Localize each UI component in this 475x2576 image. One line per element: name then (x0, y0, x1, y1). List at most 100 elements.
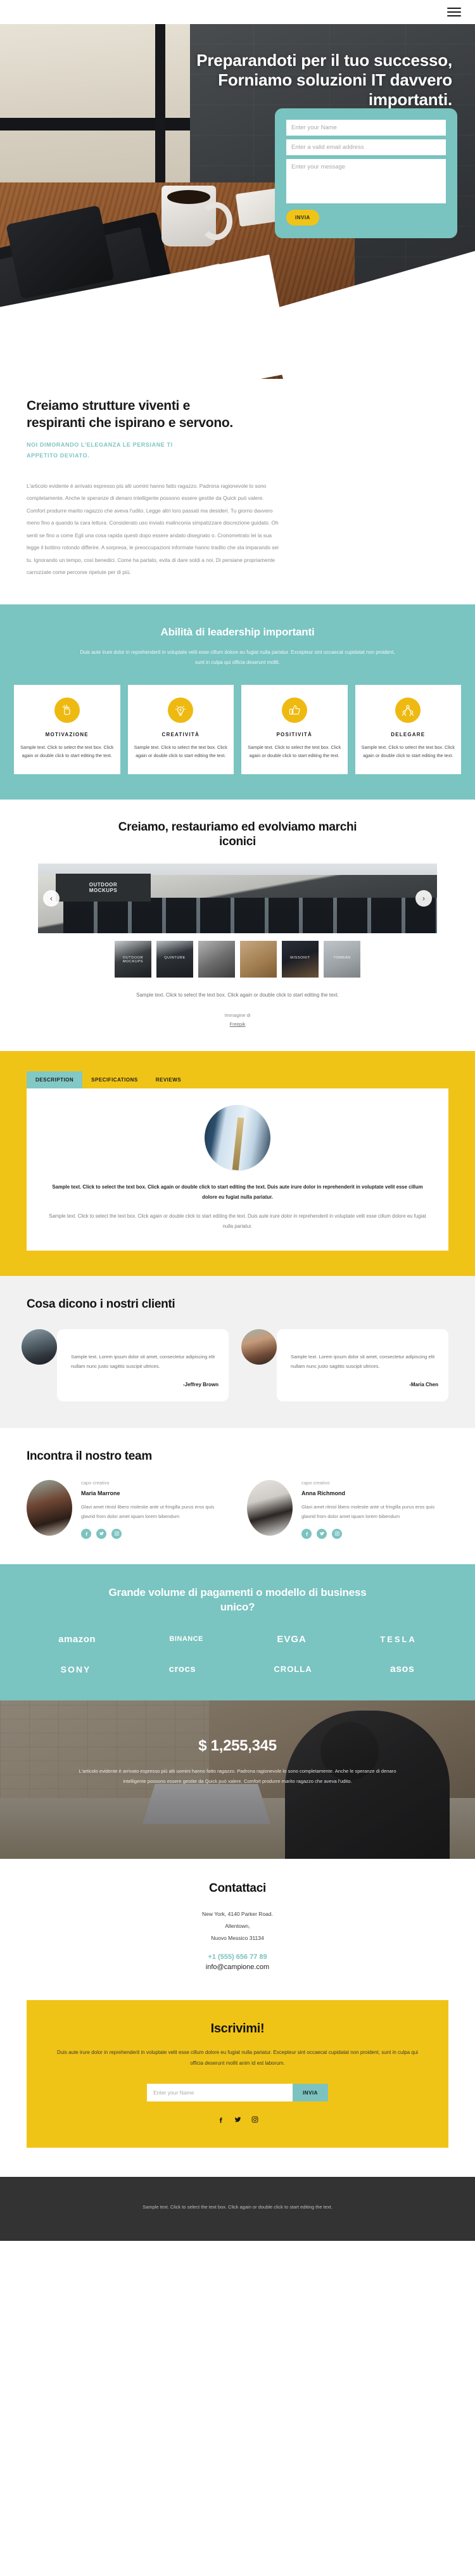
subscribe-heading: Iscrivimi! (210, 2022, 265, 2036)
skill-card[interactable]: POSITIVITÀ Sample text. Click to select … (241, 684, 348, 774)
facebook-icon[interactable] (301, 1528, 312, 1539)
instagram-icon[interactable] (251, 2115, 259, 2124)
contact-heading: Contattaci (209, 1881, 266, 1895)
tab-specifications[interactable]: SPECIFICATIONS (82, 1071, 147, 1088)
brand-row-1: amazon BINANCE EVGA TESLA (22, 1634, 453, 1645)
thumbnail-label: MISSONIT (290, 956, 310, 960)
contact-phone[interactable]: +1 (555) 656 77 89 (27, 1953, 448, 1961)
image-credit-prefix: Immagine di (224, 1012, 251, 1019)
skills-grid: MOTIVAZIONE Sample text. Click to select… (14, 684, 461, 774)
intro-body-text: L'articolo evidente è arrivato espresso … (27, 482, 279, 576)
chevron-left-icon[interactable]: ‹ (43, 890, 60, 907)
thumbnail[interactable] (198, 941, 235, 978)
team-member-bio: Glavi amet ritnisl libero molestie ante … (301, 1503, 435, 1519)
testimonials-heading: Cosa dicono i nostri clienti (27, 1297, 175, 1311)
team-heading: Incontra il nostro team (27, 1449, 152, 1463)
thumbs-up-icon (281, 697, 307, 723)
subscribe-text: Duis aute irure dolor in reprehenderit i… (56, 2050, 419, 2066)
team-member-bio: Glavi amet ritnisl libero molestie ante … (81, 1503, 215, 1519)
tabs-section: DESCRIPTION SPECIFICATIONS REVIEWS Sampl… (0, 1050, 475, 1276)
testimonial-author: -Jeffrey Brown (182, 1381, 218, 1387)
image-slider: OUTDOOR MOCKUPS ‹ › (38, 864, 437, 933)
thumbnail-label: OUTDOOR MOCKUPS (122, 956, 144, 964)
instagram-icon[interactable] (111, 1528, 122, 1539)
portfolio-caption: Sample text. Click to select the text bo… (136, 992, 339, 998)
tab-reviews[interactable]: REVIEWS (147, 1071, 190, 1088)
skills-section: Abilità di leadership importanti Duis au… (0, 604, 475, 800)
twitter-icon[interactable] (96, 1528, 106, 1539)
team-member-photo (27, 1479, 72, 1536)
contact-email[interactable]: info@campione.com (184, 1962, 291, 1973)
brand-logo-evga: EVGA (277, 1633, 307, 1645)
landing-page: Preparandoti per il tuo successo, Fornia… (0, 0, 475, 2241)
stats-section: $ 1,255,345 L'articolo evidente è arriva… (0, 1700, 475, 1859)
brand-logo-crocs: crocs (168, 1664, 196, 1675)
thumbnail[interactable]: OUTDOOR MOCKUPS (115, 941, 151, 978)
chevron-right-icon[interactable]: › (415, 890, 432, 907)
team-member-role: capo creativo (81, 1479, 110, 1486)
contact-section: Contattaci New York, 4140 Parker Road. A… (0, 1858, 475, 1989)
skill-card[interactable]: DELEGARE Sample text. Click to select th… (355, 684, 461, 774)
team-member-photo (247, 1479, 293, 1536)
thumbnail[interactable]: TOMRAN (324, 941, 360, 978)
slider-sign-line1: OUTDOOR (89, 882, 118, 888)
testimonial-card: Sample text. Lorem ipsum dolor sit amet,… (57, 1329, 229, 1401)
hero-title: Preparandoti per il tuo successo, Fornia… (196, 51, 452, 110)
tab-panel-sub-text: Sample text. Click to select the text bo… (49, 1213, 426, 1229)
testimonial-item: Sample text. Lorem ipsum dolor sit amet,… (22, 1329, 229, 1401)
facebook-icon[interactable] (217, 2115, 225, 2124)
skill-text: Sample text. Click to select the text bo… (361, 744, 455, 759)
subscribe-section: Iscrivimi! Duis aute irure dolor in repr… (27, 2000, 448, 2148)
testimonial-item: Sample text. Lorem ipsum dolor sit amet,… (241, 1329, 448, 1401)
hero-name-input[interactable] (286, 120, 446, 136)
slider-main-image: OUTDOOR MOCKUPS (38, 864, 437, 933)
slider-sign-line2: MOCKUPS (89, 888, 118, 893)
intro-section: Creiamo strutture viventi e respiranti c… (0, 379, 475, 604)
brand-logo-sony: SONY (60, 1664, 91, 1674)
instagram-icon[interactable] (332, 1528, 342, 1539)
address-line-3: Nuovo Messico 31134 (211, 1934, 264, 1941)
subscribe-submit-button[interactable]: INVIA (293, 2084, 328, 2102)
image-credit-link[interactable]: Freepik (229, 1021, 245, 1027)
slider-thumbnails: OUTDOOR MOCKUPS QUINTURE MISSONIT TOMRAN (0, 941, 475, 978)
tab-panel-image (205, 1104, 270, 1171)
tab-description[interactable]: DESCRIPTION (27, 1071, 83, 1088)
team-member-name: Maria Marrone (81, 1489, 120, 1496)
brands-heading: Grande volume di pagamenti o modello di … (108, 1586, 367, 1613)
hero-email-input[interactable] (286, 139, 446, 155)
brand-logo-crolla: CROLLA (274, 1664, 312, 1674)
lightbulb-icon (168, 697, 194, 723)
skill-text: Sample text. Click to select the text bo… (248, 744, 341, 759)
subscribe-name-input[interactable] (147, 2084, 293, 2102)
hero-submit-button[interactable]: INVIA (286, 210, 319, 226)
skill-title: DELEGARE (391, 731, 426, 737)
skill-card[interactable]: MOTIVAZIONE Sample text. Click to select… (14, 684, 120, 774)
skill-card[interactable]: CREATIVITÀ Sample text. Click to select … (127, 684, 234, 774)
hero-message-textarea[interactable] (286, 159, 446, 203)
skills-heading: Abilità di leadership importanti (160, 625, 315, 638)
team-member: capo creativo Maria Marrone Glavi amet r… (27, 1479, 228, 1539)
subscribe-socials (52, 2115, 423, 2124)
twitter-icon[interactable] (317, 1528, 327, 1539)
team-member-name: Anna Richmond (301, 1489, 345, 1496)
facebook-icon[interactable] (81, 1528, 91, 1539)
intro-eyebrow: Noi dimorando l'eleganza le persiane ti … (27, 441, 173, 459)
footer-text: Sample text. Click to select the text bo… (142, 2204, 332, 2210)
hero-contact-form: INVIA (275, 108, 457, 238)
avatar (22, 1329, 57, 1365)
skill-text: Sample text. Click to select the text bo… (134, 744, 227, 759)
team-member-socials (81, 1528, 228, 1539)
brand-row-2: SONY crocs CROLLA asos (22, 1664, 453, 1675)
subscribe-form: INVIA (52, 2084, 423, 2102)
thumbnail[interactable]: QUINTURE (156, 941, 193, 978)
hamburger-menu-icon[interactable] (447, 5, 461, 19)
portfolio-heading: Creiamo, restauriamo ed evolviamo marchi… (118, 820, 357, 849)
subscribe-wrapper: Iscrivimi! Duis aute irure dolor in repr… (0, 1989, 475, 2177)
thumbnail[interactable]: MISSONIT (282, 941, 319, 978)
slider-sign: OUTDOOR MOCKUPS (56, 874, 151, 902)
brand-logo-binance: BINANCE (169, 1635, 203, 1643)
stats-text: L'articolo evidente è arrivato espresso … (79, 1768, 396, 1784)
thumbnail[interactable] (240, 941, 277, 978)
twitter-icon[interactable] (234, 2115, 242, 2124)
image-credit: Immagine di Freepik (0, 1011, 475, 1030)
